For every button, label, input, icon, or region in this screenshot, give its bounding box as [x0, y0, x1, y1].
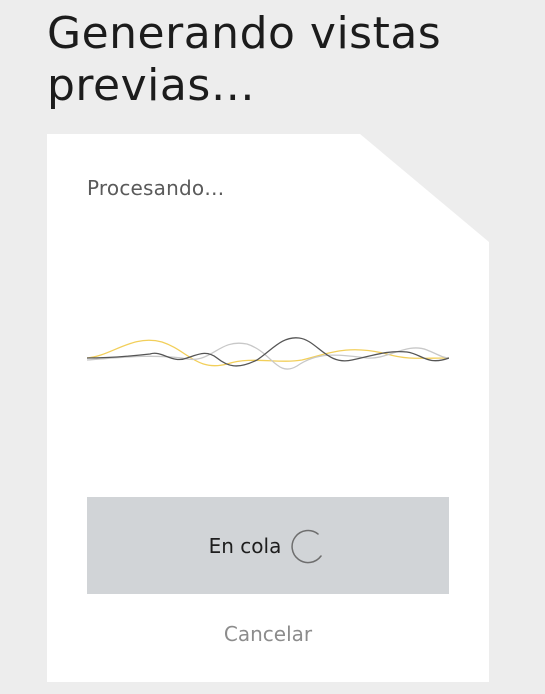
audio-waveform-icon — [87, 337, 449, 370]
queue-label: En cola — [208, 533, 282, 558]
waveform-line-dark — [87, 337, 449, 367]
preview-card: Procesando… En cola Cancelar — [47, 134, 489, 682]
page-title: Generando vistas previas… — [47, 8, 442, 111]
cancel-button[interactable]: Cancelar — [47, 622, 489, 646]
loading-spinner-icon — [291, 529, 323, 563]
queue-status-bar: En cola — [87, 497, 449, 594]
processing-status: Procesando… — [87, 176, 225, 200]
